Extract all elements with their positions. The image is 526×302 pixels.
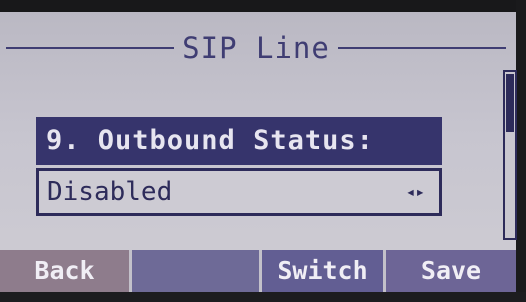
scrollbar[interactable]: [503, 70, 517, 240]
screen-bezel-bottom: [0, 292, 526, 302]
setting-value-field[interactable]: Disabled ◂▸: [36, 168, 442, 216]
title-row: SIP Line: [6, 28, 506, 68]
page-title: SIP Line: [182, 31, 330, 65]
back-softkey[interactable]: Back: [0, 250, 132, 292]
screen-bezel-top: [0, 0, 526, 12]
setting-value-text: Disabled: [47, 177, 173, 207]
title-rule-right: [337, 47, 506, 49]
left-right-arrows-icon: ◂▸: [405, 182, 425, 201]
phone-lcd-screen: SIP Line 9. Outbound Status: Disabled ◂▸…: [0, 0, 526, 302]
empty-softkey[interactable]: [132, 250, 262, 292]
scrollbar-thumb[interactable]: [506, 74, 514, 132]
save-softkey[interactable]: Save: [386, 250, 516, 292]
screen-bezel-right: [516, 0, 526, 302]
switch-softkey[interactable]: Switch: [262, 250, 386, 292]
setting-label-selected[interactable]: 9. Outbound Status:: [36, 117, 442, 165]
softkey-bar: Back Switch Save: [0, 250, 516, 292]
title-rule-left: [6, 47, 175, 49]
